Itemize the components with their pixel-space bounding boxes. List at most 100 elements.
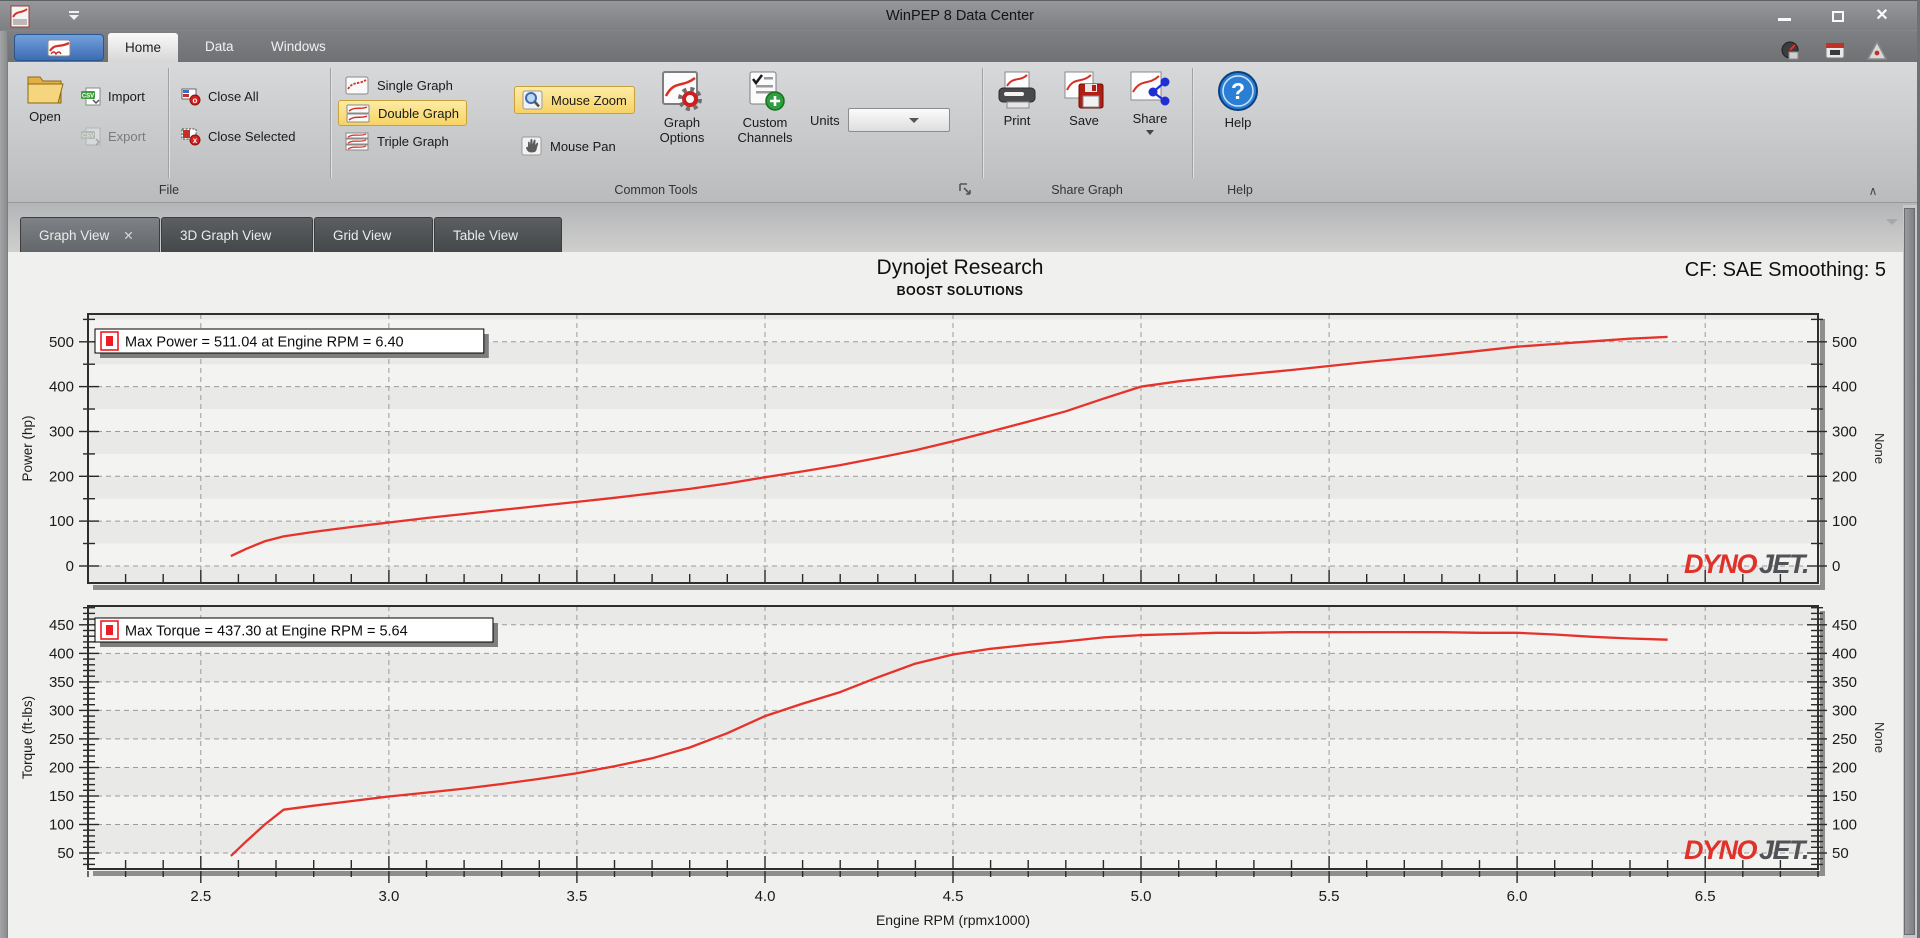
printer-icon (998, 71, 1036, 109)
ribbon-tab-row: Home Data Windows (0, 31, 1920, 62)
collapse-ribbon-chevron-icon[interactable]: ∧ (1864, 184, 1882, 198)
close-all-label: Close All (208, 88, 259, 104)
power-chart[interactable]: DYNO JET. 0 0 100 100 200 200 300 300 400 400 500 500… (0, 304, 1920, 599)
close-selected-button[interactable]: x Close Selected (176, 124, 299, 148)
svg-text:150: 150 (49, 788, 74, 805)
svg-text:450: 450 (1832, 617, 1857, 634)
share-icon (1130, 71, 1170, 106)
export-label: Export (108, 128, 146, 144)
single-graph-button[interactable]: Single Graph (338, 72, 460, 98)
svg-text:3.0: 3.0 (378, 888, 399, 905)
maximize-button[interactable] (1822, 6, 1854, 26)
graph-options-label: Graph Options (659, 115, 705, 145)
share-button[interactable]: Share (1120, 70, 1180, 135)
winpep-logo-icon (47, 39, 71, 56)
svg-text:6.5: 6.5 (1695, 888, 1716, 905)
open-label: Open (29, 109, 61, 124)
svg-text:400: 400 (1832, 379, 1857, 396)
svg-text:DYNO: DYNO (1684, 835, 1758, 865)
help-button[interactable]: ? Help (1208, 70, 1268, 130)
share-dropdown-arrow-icon (1146, 130, 1154, 135)
vertical-scrollbar[interactable] (1903, 205, 1917, 938)
help-label: Help (1224, 115, 1252, 130)
print-button[interactable]: Print (988, 70, 1046, 128)
warning-triangle-icon[interactable] (1866, 40, 1888, 60)
save-button[interactable]: Save (1056, 70, 1112, 128)
import-button[interactable]: CSV Import (76, 84, 149, 108)
single-graph-label: Single Graph (377, 77, 453, 93)
svg-text:50: 50 (1832, 845, 1849, 862)
units-dropdown[interactable] (848, 108, 950, 132)
scrollbar-thumb[interactable] (1904, 208, 1915, 935)
close-all-button[interactable]: o Close All (176, 84, 263, 108)
svg-text:?: ? (1231, 78, 1245, 104)
graph-options-button[interactable]: Graph Options (650, 70, 714, 145)
svg-text:CSV: CSV (82, 133, 94, 139)
svg-text:500: 500 (49, 334, 74, 351)
svg-text:JET.: JET. (1759, 549, 1808, 579)
open-button[interactable]: Open (16, 70, 74, 124)
svg-text:2.5: 2.5 (190, 888, 211, 905)
close-button[interactable]: ✕ (1866, 6, 1898, 26)
mouse-zoom-button[interactable]: Mouse Zoom (514, 86, 635, 114)
device-icon[interactable] (1824, 40, 1846, 60)
svg-text:350: 350 (49, 674, 74, 691)
minimize-button[interactable] (1768, 6, 1800, 26)
triple-graph-button[interactable]: Triple Graph (338, 128, 456, 154)
application-menu-button[interactable] (14, 34, 104, 61)
tab-close-icon[interactable]: ✕ (123, 228, 133, 243)
custom-channels-icon (749, 71, 785, 111)
svg-text:JET.: JET. (1759, 835, 1808, 865)
svg-text:Engine RPM (rpmx1000): Engine RPM (rpmx1000) (876, 912, 1030, 928)
units-dropdown-arrow-icon (909, 118, 919, 123)
svg-text:400: 400 (1832, 645, 1857, 662)
magnifier-icon (522, 90, 543, 110)
help-icon: ? (1218, 71, 1258, 111)
svg-text:4.0: 4.0 (755, 888, 776, 905)
svg-text:5.5: 5.5 (1319, 888, 1340, 905)
print-label: Print (1003, 113, 1031, 128)
custom-channels-button[interactable]: Custom Channels (730, 70, 800, 145)
svg-text:350: 350 (1832, 674, 1857, 691)
svg-text:200: 200 (1832, 468, 1857, 485)
custom-channels-label: Custom Channels (737, 115, 793, 145)
ribbon-tab-home[interactable]: Home (108, 33, 179, 62)
ribbon-tab-data[interactable]: Data (188, 31, 251, 62)
share-label: Share (1132, 111, 1168, 126)
svg-text:200: 200 (1832, 760, 1857, 777)
mouse-pan-button[interactable]: Mouse Pan (514, 134, 623, 158)
svg-text:DYNO: DYNO (1684, 549, 1758, 579)
graph-title: Dynojet Research (876, 256, 1044, 279)
svg-text:0: 0 (66, 558, 74, 575)
mouse-pan-label: Mouse Pan (550, 138, 616, 154)
tab-table-view[interactable]: Table View (434, 217, 562, 252)
svg-text:50: 50 (57, 845, 74, 862)
torque-chart[interactable]: DYNO JET. 50 50 100 100 150 150 200 200 250 250 300 3… (0, 599, 1920, 937)
gauge-icon[interactable] (1780, 40, 1802, 60)
close-selected-label: Close Selected (208, 128, 296, 144)
double-graph-button[interactable]: Double Graph (338, 100, 467, 126)
tab-grid-view[interactable]: Grid View (314, 217, 433, 252)
triple-graph-icon (345, 132, 369, 150)
svg-text:Max Torque = 437.30 at Engine: Max Torque = 437.30 at Engine RPM = 5.64 (125, 624, 408, 640)
svg-text:250: 250 (1832, 731, 1857, 748)
single-graph-icon (345, 76, 369, 94)
tab-graph-view[interactable]: Graph View ✕ (20, 217, 160, 252)
tab-list-dropdown-icon[interactable] (1886, 219, 1898, 225)
svg-text:4.5: 4.5 (943, 888, 964, 905)
svg-text:300: 300 (1832, 702, 1857, 719)
svg-text:200: 200 (49, 760, 74, 777)
svg-text:o: o (193, 95, 198, 104)
tab-3d-graph-view-label: 3D Graph View (180, 227, 272, 243)
svg-text:300: 300 (49, 702, 74, 719)
close-all-icon: o (181, 88, 201, 105)
svg-text:6.0: 6.0 (1507, 888, 1528, 905)
svg-text:250: 250 (49, 731, 74, 748)
svg-text:x: x (193, 136, 198, 145)
ribbon-tab-windows[interactable]: Windows (254, 31, 343, 62)
tab-3d-graph-view[interactable]: 3D Graph View (161, 217, 313, 252)
titlebar: WinPEP 8 Data Center ✕ (0, 0, 1920, 30)
svg-text:5.0: 5.0 (1131, 888, 1152, 905)
svg-text:Max Power = 511.04 at Engine R: Max Power = 511.04 at Engine RPM = 6.40 (125, 335, 404, 351)
units-label: Units (810, 112, 840, 128)
